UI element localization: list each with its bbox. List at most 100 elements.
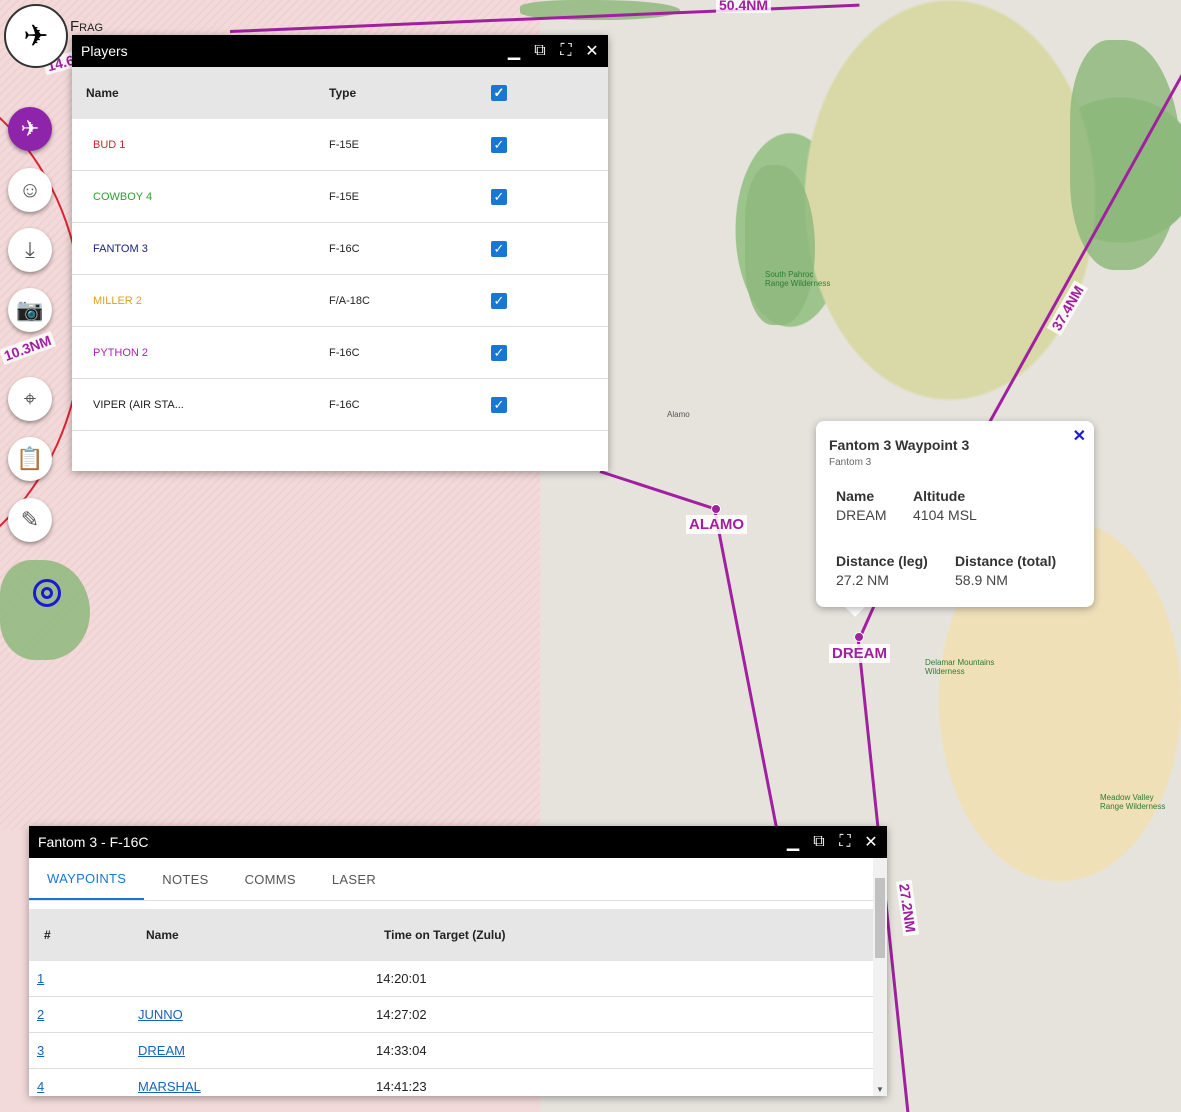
player-checkbox-cell: ✓ <box>490 170 608 223</box>
player-checkbox-cell: ✓ <box>490 119 608 171</box>
players-window-title: Players <box>81 43 128 59</box>
waypoint-number-link[interactable]: 1 <box>37 971 44 986</box>
popup-name-value: DREAM <box>836 507 887 523</box>
player-checkbox[interactable]: ✓ <box>491 396 507 413</box>
tab-laser[interactable]: LASER <box>314 858 394 900</box>
waypoint-label[interactable]: DREAM <box>829 644 890 663</box>
close-icon[interactable]: ✕ <box>582 41 602 61</box>
restore-icon[interactable]: ⧉ <box>530 41 550 61</box>
scrollbar[interactable]: ▼ <box>873 858 887 1096</box>
players-window-titlebar[interactable]: Players ▁ ⧉ ⛶ ✕ <box>72 35 608 67</box>
player-row[interactable]: MILLER 2 F/A-18C ✓ <box>72 274 608 327</box>
waypoint-row[interactable]: 1 14:20:01 <box>29 961 873 997</box>
waypoint-row[interactable]: 3 DREAM 14:33:04 <box>29 1032 873 1069</box>
sidebar-clipboard-button[interactable]: 📋 <box>8 437 52 481</box>
sidebar-landing-button[interactable]: ⤓ <box>8 228 52 272</box>
clipboard-icon: 📋 <box>16 446 44 471</box>
waypoint-row[interactable]: 2 JUNNO 14:27:02 <box>29 996 873 1033</box>
column-header-name[interactable]: Name <box>145 909 383 961</box>
distance-label: 50.4NM <box>716 0 772 13</box>
popup-total-label: Distance (total) <box>955 553 1057 569</box>
restore-icon[interactable]: ⧉ <box>809 832 829 852</box>
waypoint-label[interactable]: ALAMO <box>686 515 747 534</box>
select-all-checkbox-cell: ✓ <box>490 67 608 119</box>
column-header-number[interactable]: # <box>29 909 145 961</box>
place-label: South Pahroc Range Wilderness <box>765 270 831 288</box>
popup-total-value: 58.9 NM <box>955 572 1008 588</box>
place-label: Meadow Valley Range Wilderness <box>1100 793 1166 811</box>
fullscreen-icon[interactable]: ⛶ <box>835 832 855 852</box>
player-type: F-16C <box>328 222 490 275</box>
logo-text: Frag <box>70 18 103 35</box>
waypoint-popup: Fantom 3 Waypoint 3 Fantom 3 ✕ Name DREA… <box>816 421 1094 607</box>
player-checkbox[interactable]: ✓ <box>491 136 507 153</box>
aircraft-icon: ✈ <box>20 116 40 141</box>
player-checkbox[interactable]: ✓ <box>491 344 507 361</box>
fullscreen-icon[interactable]: ⛶ <box>556 41 576 61</box>
popup-name-label: Name <box>836 488 875 504</box>
landing-icon: ⤓ <box>25 237 35 262</box>
waypoint-number-link[interactable]: 4 <box>37 1079 44 1094</box>
player-name: MILLER 2 <box>72 274 328 327</box>
waypoint-name-link[interactable]: MARSHAL <box>138 1079 201 1094</box>
target-marker[interactable] <box>33 579 61 607</box>
player-checkbox-cell: ✓ <box>490 378 608 431</box>
flight-window-titlebar[interactable]: Fantom 3 - F-16C ▁ ⧉ ⛶ ✕ <box>29 826 887 858</box>
select-all-checkbox[interactable]: ✓ <box>491 85 507 101</box>
player-row[interactable]: VIPER (AIR STA... F-16C ✓ <box>72 378 608 431</box>
player-name: VIPER (AIR STA... <box>72 378 328 431</box>
player-checkbox[interactable]: ✓ <box>491 292 507 309</box>
pilot-icon: ☺ <box>18 177 42 202</box>
player-name: BUD 1 <box>72 119 328 171</box>
waypoint-name-link[interactable]: DREAM <box>138 1043 185 1058</box>
waypoint-number-link[interactable]: 2 <box>37 1007 44 1022</box>
flight-window-title: Fantom 3 - F-16C <box>38 834 149 850</box>
waypoint-tot: 14:33:04 <box>376 1043 427 1058</box>
waypoint-name-link[interactable]: JUNNO <box>138 1007 183 1022</box>
player-type: F-16C <box>328 326 490 379</box>
sidebar-aircraft-button[interactable]: ✈ <box>8 107 52 151</box>
jet-icon: ✈ <box>23 19 49 53</box>
player-type: F/A-18C <box>328 274 490 327</box>
tab-waypoints[interactable]: WAYPOINTS <box>29 858 145 900</box>
tab-notes[interactable]: NOTES <box>144 858 226 900</box>
column-header-type[interactable]: Type <box>328 67 490 119</box>
scrollbar-thumb[interactable] <box>875 878 885 958</box>
players-window: Players ▁ ⧉ ⛶ ✕ Name Type ✓ BUD 1 F-15E ✓ C… <box>72 35 608 471</box>
camera-icon: 📷 <box>16 297 44 322</box>
tab-comms[interactable]: COMMS <box>227 858 314 900</box>
waypoint-row[interactable]: 4 MARSHAL 14:41:23 <box>29 1068 873 1096</box>
flight-window: Fantom 3 - F-16C ▁ ⧉ ⛶ ✕ WAYPOINTS NOTES… <box>29 826 887 1096</box>
player-row[interactable]: COWBOY 4 F-15E ✓ <box>72 170 608 223</box>
player-type: F-16C <box>328 378 490 431</box>
players-table: Name Type ✓ BUD 1 F-15E ✓ COWBOY 4 F-15E ✓ FAN… <box>72 67 608 431</box>
sidebar-edit-button[interactable]: ✎ <box>8 498 52 542</box>
flight-tabs: WAYPOINTS NOTES COMMS LASER <box>29 858 887 901</box>
target-icon: ⌖ <box>23 386 37 411</box>
minimize-icon[interactable]: ▁ <box>783 832 803 852</box>
popup-leg-value: 27.2 NM <box>836 572 889 588</box>
close-icon[interactable]: ✕ <box>1073 426 1086 446</box>
sidebar-camera-button[interactable]: 📷 <box>8 288 52 332</box>
column-header-name[interactable]: Name <box>72 67 328 119</box>
route-line <box>599 470 720 512</box>
player-row[interactable]: PYTHON 2 F-16C ✓ <box>72 326 608 379</box>
close-icon[interactable]: ✕ <box>861 832 881 852</box>
target-marker-inner <box>41 587 53 599</box>
player-row[interactable]: BUD 1 F-15E ✓ <box>72 119 608 171</box>
minimize-icon[interactable]: ▁ <box>504 41 524 61</box>
sidebar-target-button[interactable]: ⌖ <box>8 377 52 421</box>
waypoint-marker[interactable] <box>711 504 721 514</box>
player-checkbox[interactable]: ✓ <box>491 240 507 257</box>
waypoints-table: # Name Time on Target (Zulu) 1 14:20:01 2 J… <box>29 909 873 1096</box>
player-name: FANTOM 3 <box>72 222 328 275</box>
scroll-down-icon[interactable]: ▼ <box>876 1085 884 1094</box>
player-row[interactable]: FANTOM 3 F-16C ✓ <box>72 222 608 275</box>
popup-leg-label: Distance (leg) <box>836 553 928 569</box>
sidebar-pilot-button[interactable]: ☺ <box>8 168 52 212</box>
waypoint-number-link[interactable]: 3 <box>37 1043 44 1058</box>
waypoint-marker[interactable] <box>854 632 864 642</box>
waypoints-table-wrap: # Name Time on Target (Zulu) 1 14:20:01 2 J… <box>29 901 873 1096</box>
column-header-tot[interactable]: Time on Target (Zulu) <box>383 909 873 961</box>
player-checkbox[interactable]: ✓ <box>491 188 507 205</box>
